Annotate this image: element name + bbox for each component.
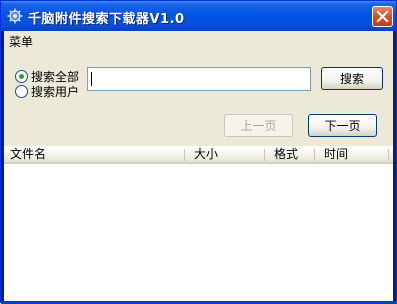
close-icon [376, 10, 389, 23]
radio-search-user[interactable]: 搜索用户 [15, 84, 80, 99]
title-bar[interactable]: 千脑附件搜索下载器V1.0 [1, 1, 396, 31]
prev-page-button[interactable]: 上一页 [224, 114, 293, 137]
radio-button-unchecked[interactable] [15, 84, 28, 98]
app-window: 千脑附件搜索下载器V1.0 菜单 搜索全部 搜索用户 搜索 上一页 下一页 文件… [0, 0, 397, 304]
results-list[interactable]: 文件名 大小 格式 时间 [4, 146, 393, 301]
radio-label-search-user: 搜索用户 [31, 84, 80, 99]
gear-icon [7, 8, 23, 24]
results-header: 文件名 大小 格式 时间 [4, 146, 393, 164]
next-page-button[interactable]: 下一页 [308, 114, 377, 137]
menu-item-menu[interactable]: 菜单 [9, 33, 33, 50]
radio-search-all[interactable]: 搜索全部 [15, 69, 79, 84]
search-button[interactable]: 搜索 [321, 67, 383, 90]
column-divider[interactable] [388, 149, 389, 161]
column-divider[interactable] [314, 149, 315, 161]
column-header-time[interactable]: 时间 [318, 146, 388, 163]
column-header-size[interactable]: 大小 [188, 146, 264, 163]
radio-button-checked[interactable] [15, 69, 28, 83]
column-divider[interactable] [264, 149, 265, 161]
search-button-label: 搜索 [339, 72, 364, 86]
close-button[interactable] [372, 6, 393, 27]
menu-bar: 菜单 [4, 31, 393, 49]
text-caret [91, 72, 92, 86]
client-area: 菜单 搜索全部 搜索用户 搜索 上一页 下一页 文件名 大小 格式 时间 [4, 31, 393, 301]
window-title: 千脑附件搜索下载器V1.0 [28, 12, 185, 27]
column-divider[interactable] [184, 149, 185, 161]
search-input[interactable] [87, 67, 311, 91]
next-page-label: 下一页 [324, 119, 361, 133]
column-header-filename[interactable]: 文件名 [4, 146, 184, 163]
column-header-format[interactable]: 格式 [268, 146, 314, 163]
prev-page-label: 上一页 [240, 119, 277, 133]
